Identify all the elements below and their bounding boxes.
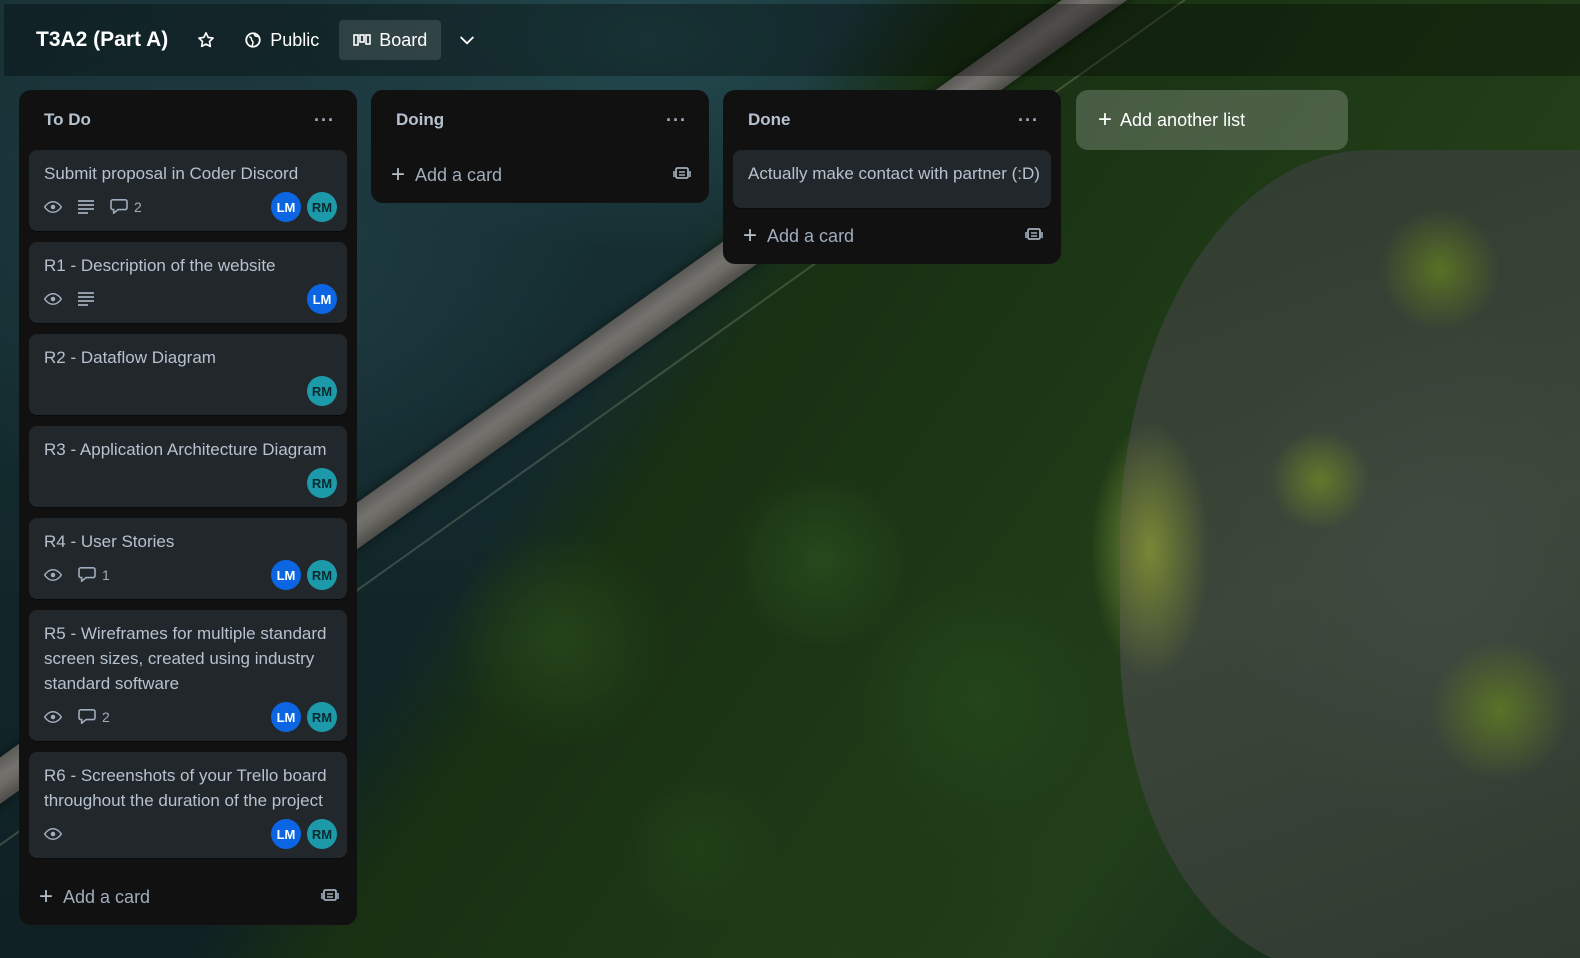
board-icon — [353, 34, 372, 46]
list-header: Doing ··· — [381, 90, 699, 150]
card-title: Submit proposal in Coder Discord — [44, 164, 299, 183]
add-card-label: Add a card — [63, 886, 151, 907]
eye-icon — [44, 710, 62, 724]
comment-badge: 2 — [110, 198, 142, 217]
card[interactable]: R6 - Screenshots of your Trello board th… — [29, 752, 347, 858]
avatar[interactable]: RM — [307, 376, 337, 406]
avatar[interactable]: RM — [307, 468, 337, 498]
card[interactable]: Submit proposal in Coder Discord 2 LM RM — [29, 150, 347, 231]
card-title: R2 - Dataflow Diagram — [44, 348, 216, 367]
add-card-row: + Add a card — [733, 208, 1051, 264]
chevron-down-icon — [457, 30, 477, 50]
plus-icon: + — [1098, 106, 1113, 133]
more-icon[interactable]: ··· — [1014, 109, 1043, 131]
star-button[interactable] — [186, 20, 226, 60]
board-view-label: Board — [379, 29, 428, 50]
card-title: R3 - Application Architecture Diagram — [44, 440, 327, 459]
list-title[interactable]: To Do — [44, 110, 91, 130]
add-card-row: + Add a card — [29, 869, 347, 925]
comment-count: 1 — [102, 567, 110, 583]
add-card-button[interactable]: + Add a card — [391, 161, 503, 188]
card-title: R6 - Screenshots of your Trello board th… — [44, 766, 327, 810]
avatar[interactable]: LM — [271, 702, 301, 732]
avatar[interactable]: RM — [307, 702, 337, 732]
eye-icon — [44, 292, 62, 306]
list-doing: Doing ··· + Add a card — [371, 90, 709, 203]
list-header: To Do ··· — [29, 90, 347, 150]
visibility-button[interactable]: Public — [232, 20, 331, 60]
template-icon[interactable] — [673, 165, 691, 186]
list-header: Done ··· — [733, 90, 1051, 150]
board-view-button[interactable]: Board — [339, 20, 442, 60]
star-icon — [196, 30, 216, 50]
eye-icon — [44, 568, 62, 582]
card[interactable]: R5 - Wireframes for multiple standard sc… — [29, 610, 347, 741]
template-icon[interactable] — [1025, 226, 1043, 247]
avatar[interactable]: RM — [307, 560, 337, 590]
comment-icon — [110, 198, 128, 217]
comment-icon — [78, 566, 96, 585]
card[interactable]: R3 - Application Architecture Diagram RM — [29, 426, 347, 507]
card-title: R5 - Wireframes for multiple standard sc… — [44, 624, 327, 693]
card[interactable]: R1 - Description of the website LM — [29, 242, 347, 323]
eye-icon — [44, 827, 62, 841]
comment-badge: 1 — [78, 566, 110, 585]
card[interactable]: R4 - User Stories 1 LM RM — [29, 518, 347, 599]
add-list-button[interactable]: + Add another list — [1076, 90, 1348, 150]
card[interactable]: Actually make contact with partner (:D) — [733, 150, 1051, 208]
plus-icon: + — [743, 222, 758, 249]
avatar[interactable]: LM — [271, 819, 301, 849]
plus-icon: + — [39, 883, 54, 910]
avatar[interactable]: LM — [307, 284, 337, 314]
card-title: R4 - User Stories — [44, 532, 175, 551]
description-icon — [78, 292, 94, 306]
eye-icon — [44, 200, 62, 214]
avatar[interactable]: RM — [307, 192, 337, 222]
globe-icon — [244, 31, 262, 49]
comment-count: 2 — [134, 199, 142, 215]
card-title: Actually make contact with partner (:D) — [748, 164, 1040, 183]
board-header: T3A2 (Part A) Public Board — [4, 4, 1580, 76]
add-card-button[interactable]: + Add a card — [39, 883, 151, 910]
avatar[interactable]: RM — [307, 819, 337, 849]
more-icon[interactable]: ··· — [662, 109, 691, 131]
add-list-label: Add another list — [1120, 109, 1246, 130]
list-done: Done ··· Actually make contact with part… — [723, 90, 1061, 264]
plus-icon: + — [391, 161, 406, 188]
avatar[interactable]: LM — [271, 560, 301, 590]
view-switcher-button[interactable] — [447, 20, 487, 60]
more-icon[interactable]: ··· — [310, 109, 339, 131]
comment-count: 2 — [102, 709, 110, 725]
add-card-button[interactable]: + Add a card — [743, 222, 855, 249]
add-card-label: Add a card — [415, 164, 503, 185]
add-card-label: Add a card — [767, 225, 855, 246]
list-to-do: To Do ··· Submit proposal in Coder Disco… — [19, 90, 357, 925]
visibility-label: Public — [270, 29, 320, 50]
template-icon[interactable] — [321, 887, 339, 908]
list-title[interactable]: Done — [748, 110, 791, 130]
card[interactable]: R2 - Dataflow Diagram RM — [29, 334, 347, 415]
board-title[interactable]: T3A2 (Part A) — [36, 28, 168, 52]
add-card-row: + Add a card — [381, 147, 699, 203]
description-icon — [78, 200, 94, 214]
avatar[interactable]: LM — [271, 192, 301, 222]
comment-badge: 2 — [78, 708, 110, 727]
comment-icon — [78, 708, 96, 727]
card-title: R1 - Description of the website — [44, 256, 276, 275]
list-title[interactable]: Doing — [396, 110, 444, 130]
